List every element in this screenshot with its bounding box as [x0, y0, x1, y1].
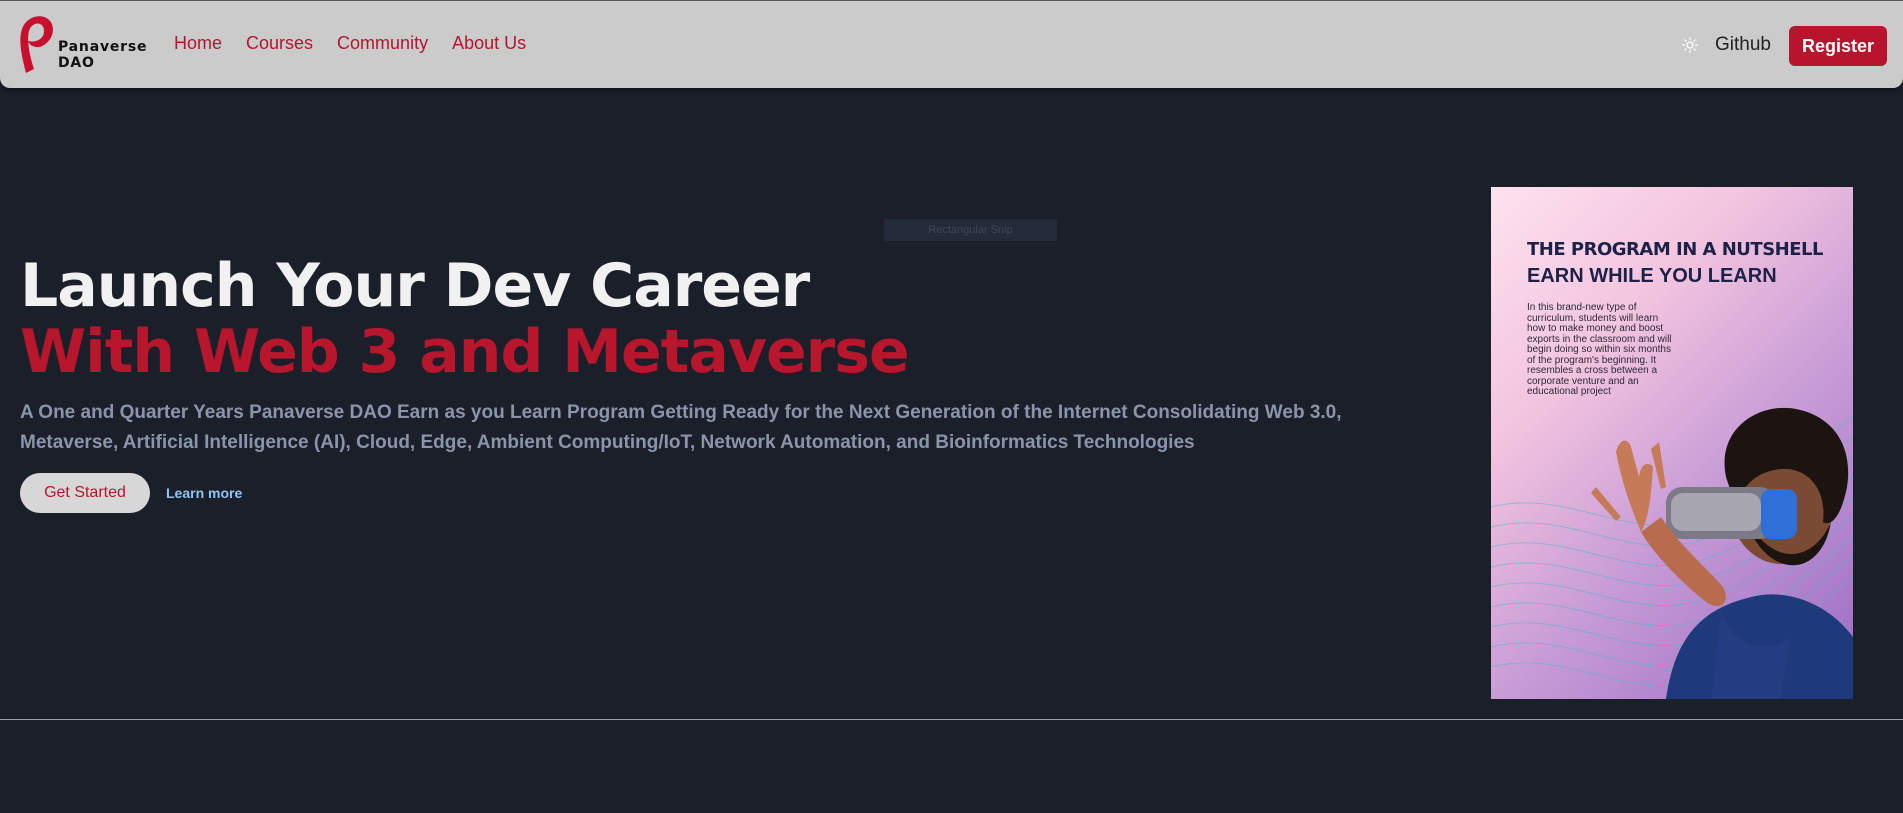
hero-title-line2: With Web 3 and Metaverse	[20, 317, 910, 387]
navbar: Panaverse DAO Home Courses Community Abo…	[0, 0, 1903, 88]
learn-more-link[interactable]: Learn more	[166, 485, 242, 501]
poster-illustration	[1491, 407, 1853, 699]
hero-title-line1: Launch Your Dev Career	[20, 251, 810, 321]
hero-description: A One and Quarter Years Panaverse DAO Ea…	[20, 402, 1342, 453]
github-link[interactable]: Github	[1715, 34, 1771, 56]
get-started-button[interactable]: Get Started	[20, 473, 150, 513]
register-button[interactable]: Register	[1789, 26, 1887, 66]
panaverse-logo-icon	[20, 16, 53, 73]
section-divider	[0, 719, 1903, 720]
poster-body-text: In this brand-new type of curriculum, st…	[1527, 302, 1672, 397]
main-nav: Home Courses Community About Us	[174, 33, 526, 54]
nav-link-community[interactable]: Community	[337, 33, 428, 54]
nav-link-courses[interactable]: Courses	[246, 33, 313, 54]
nav-link-home[interactable]: Home	[174, 33, 222, 54]
rectangular-snip-label: Rectangular Snip	[884, 219, 1057, 241]
brand-name-line2: DAO	[58, 55, 95, 71]
poster-subheading: EARN WHILE YOU LEARN	[1527, 265, 1777, 287]
program-poster-image: THE PROGRAM IN A NUTSHELL EARN WHILE YOU…	[1491, 187, 1853, 699]
brand-name-line1: Panaverse	[58, 39, 148, 55]
poster-heading: THE PROGRAM IN A NUTSHELL	[1527, 239, 1823, 260]
nav-link-about-us[interactable]: About Us	[452, 33, 526, 54]
brand-logo[interactable]: Panaverse DAO	[16, 11, 147, 77]
sun-icon[interactable]	[1682, 37, 1698, 53]
brand-name: Panaverse DAO	[58, 39, 147, 71]
